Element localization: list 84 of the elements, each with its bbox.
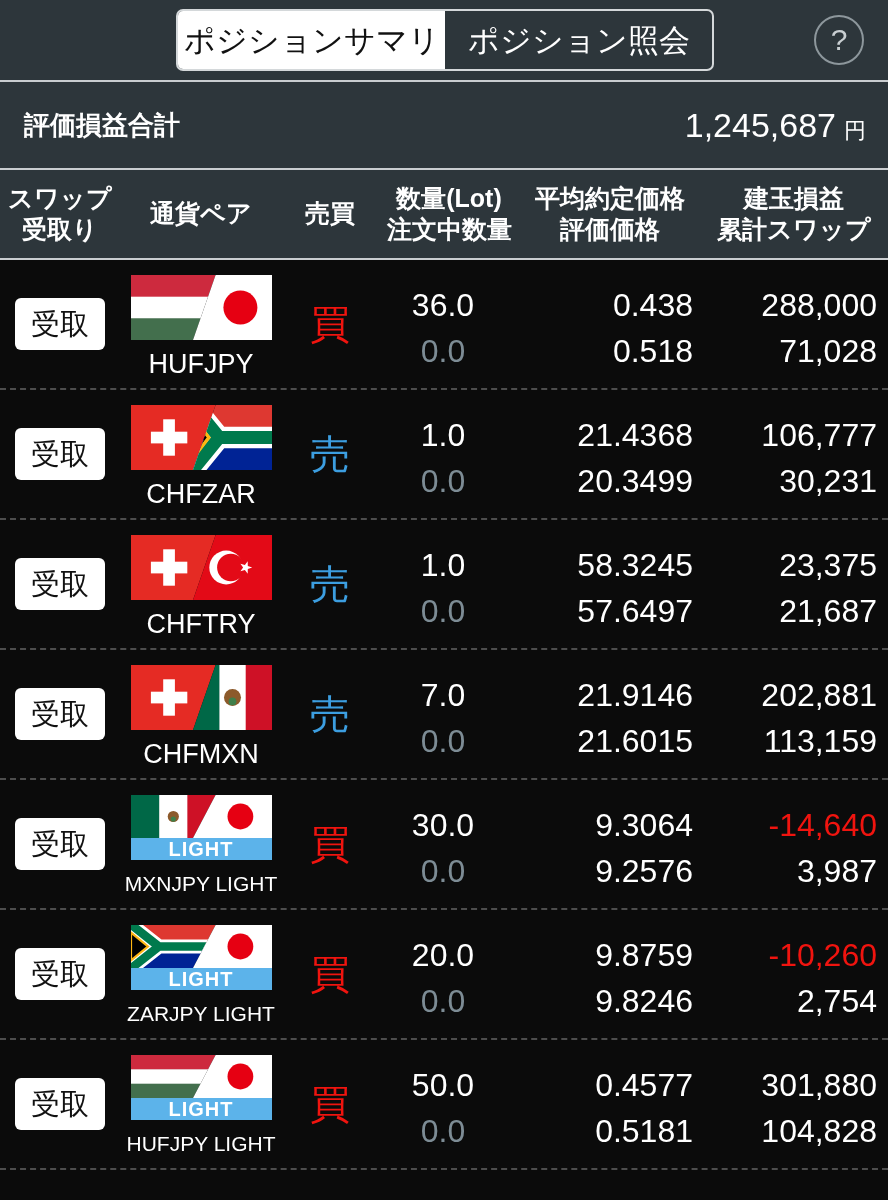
valuation-price-text: 9.2576	[595, 852, 693, 891]
average-price-text: 9.3064	[595, 806, 693, 845]
ordered-quantity-text: 0.0	[420, 852, 466, 891]
cumulative-swap-text: 21,687	[779, 592, 877, 631]
column-header: 売買	[305, 198, 355, 230]
quantity-text: 50.0	[411, 1066, 475, 1105]
position-pnl-text: 288,000	[761, 286, 877, 325]
trade-side-text: 買	[310, 1084, 350, 1124]
light-band: LIGHT	[130, 968, 272, 990]
cumulative-swap-text: 104,828	[761, 1112, 877, 1151]
trade-side-text: 売	[310, 564, 350, 604]
cumulative-swap-text: 2,754	[796, 982, 877, 1021]
quantity-text: 1.0	[420, 546, 466, 585]
light-band: LIGHT	[130, 838, 272, 860]
quantity-text: 1.0	[420, 416, 466, 455]
currency-pair-name: ZARJPY LIGHT	[127, 1001, 275, 1027]
average-price-text: 58.3245	[577, 546, 693, 585]
swap-receive-button[interactable]: 受取	[15, 688, 105, 740]
hungary-japan-flags-icon	[130, 275, 272, 340]
currency-unit: 円	[844, 120, 866, 142]
position-pnl-text: 202,881	[761, 676, 877, 715]
ordered-quantity-text: 0.0	[420, 1112, 466, 1151]
ordered-quantity-text: 0.0	[420, 592, 466, 631]
light-band: LIGHT	[130, 1098, 272, 1120]
trade-side-text: 売	[310, 434, 350, 474]
swap-receive-button[interactable]: 受取	[15, 948, 105, 1000]
quantity-text: 30.0	[411, 806, 475, 845]
average-price-text: 21.9146	[577, 676, 693, 715]
ordered-quantity-text: 0.0	[420, 462, 466, 501]
cumulative-swap-text: 71,028	[779, 332, 877, 371]
ordered-quantity-text: 0.0	[420, 332, 466, 371]
quantity-text: 7.0	[420, 676, 466, 715]
switzerland-south-africa-flags-icon	[130, 405, 272, 470]
column-header: 通貨ペア	[150, 198, 252, 230]
currency-pair-name: MXNJPY LIGHT	[124, 871, 278, 897]
trade-side-text: 買	[310, 824, 350, 864]
trade-side-text: 買	[310, 954, 350, 994]
quantity-text: 20.0	[411, 936, 475, 975]
tab[interactable]: ポジションサマリ	[178, 11, 445, 69]
average-price-text: 9.8759	[595, 936, 693, 975]
swap-receive-button[interactable]: 受取	[15, 428, 105, 480]
position-pnl-text: 106,777	[761, 416, 877, 455]
cumulative-swap-text: 3,987	[796, 852, 877, 891]
position-pnl-text: 301,880	[761, 1066, 877, 1105]
valuation-price-text: 9.8246	[595, 982, 693, 1021]
column-header: スワップ 受取り	[8, 182, 112, 245]
tab[interactable]: ポジション照会	[445, 11, 712, 69]
currency-pair-name: CHFMXN	[143, 738, 259, 770]
valuation-price-text: 20.3499	[577, 462, 693, 501]
average-price-text: 0.4577	[595, 1066, 693, 1105]
currency-pair-name: HUFJPY	[148, 348, 254, 380]
column-header: 建玉損益 累計スワップ	[717, 182, 871, 245]
currency-pair-name: HUFJPY LIGHT	[126, 1131, 276, 1157]
position-pnl-text: 23,375	[779, 546, 877, 585]
swap-receive-button[interactable]: 受取	[15, 818, 105, 870]
ordered-quantity-text: 0.0	[420, 982, 466, 1021]
cumulative-swap-text: 30,231	[779, 462, 877, 501]
currency-pair-name: CHFZAR	[146, 478, 256, 510]
average-price-text: 0.438	[612, 286, 693, 325]
valuation-price-text: 0.518	[612, 332, 693, 371]
trade-side-text: 売	[310, 694, 350, 734]
valuation-price-text: 21.6015	[577, 722, 693, 761]
swap-receive-button[interactable]: 受取	[15, 558, 105, 610]
position-pnl-text: -14,640	[768, 806, 877, 845]
swap-receive-button[interactable]: 受取	[15, 1078, 105, 1130]
average-price-text: 21.4368	[577, 416, 693, 455]
total-pnl-label: 評価損益合計	[24, 108, 180, 142]
total-pnl-value: 1,245,687	[684, 108, 836, 142]
valuation-price-text: 0.5181	[595, 1112, 693, 1151]
cumulative-swap-text: 113,159	[763, 722, 877, 761]
switzerland-turkey-flags-icon	[130, 535, 272, 600]
column-header: 平均約定価格 評価価格	[535, 182, 685, 245]
position-pnl-text: -10,260	[768, 936, 877, 975]
hungary-japan-flags-icon	[130, 1055, 272, 1098]
mexico-japan-flags-icon	[130, 795, 272, 838]
currency-pair-name: CHFTRY	[146, 608, 256, 640]
switzerland-mexico-flags-icon	[130, 665, 272, 730]
help-button[interactable]: ?	[814, 15, 864, 65]
ordered-quantity-text: 0.0	[420, 722, 466, 761]
valuation-price-text: 57.6497	[577, 592, 693, 631]
trade-side-text: 買	[310, 304, 350, 344]
swap-receive-button[interactable]: 受取	[15, 298, 105, 350]
column-header: 数量(Lot) 注文中数量	[386, 182, 512, 245]
quantity-text: 36.0	[411, 286, 475, 325]
